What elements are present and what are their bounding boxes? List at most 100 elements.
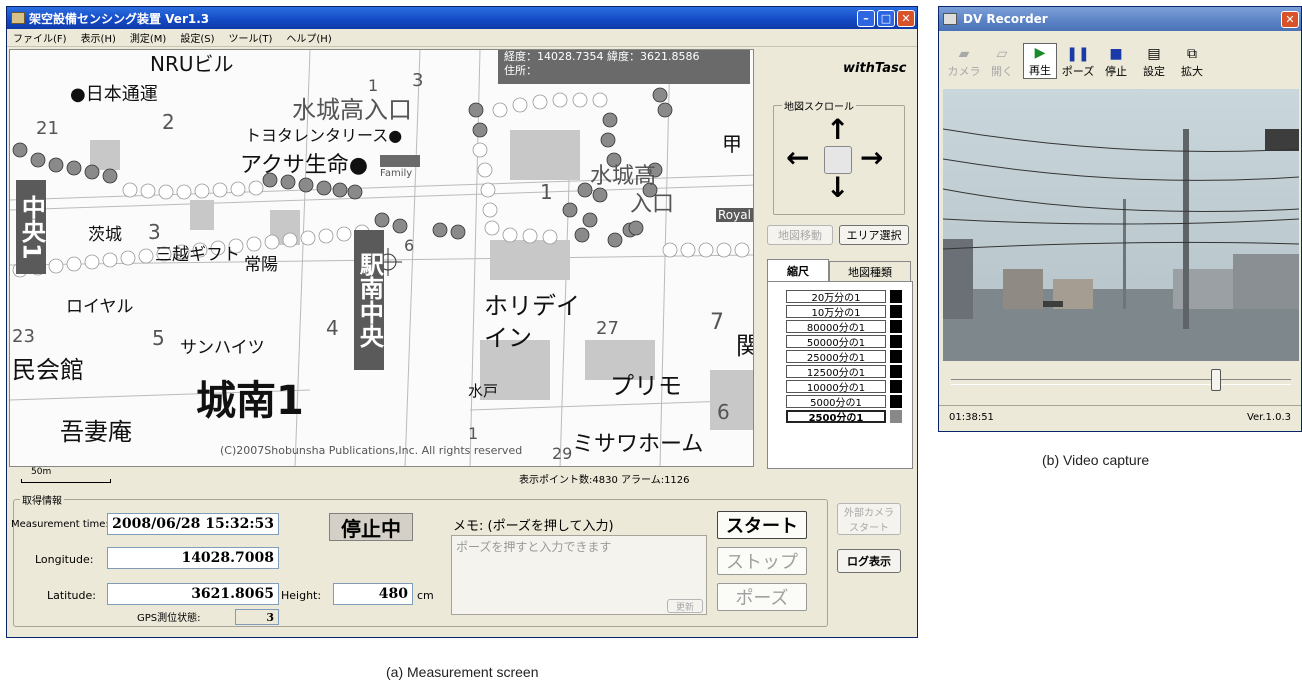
- scale-option[interactable]: 25000分の1: [786, 350, 906, 364]
- block-number: 4: [326, 316, 339, 340]
- open-button[interactable]: ▱ 開く: [985, 45, 1019, 79]
- block-number: 3: [412, 70, 424, 91]
- scale-option-button[interactable]: 10万分の1: [786, 305, 886, 319]
- block-number: 5: [152, 326, 165, 350]
- district-banner: 中央1: [16, 180, 47, 274]
- gps-address: 住所：: [504, 64, 537, 77]
- log-view-button[interactable]: ログ表示: [837, 549, 901, 573]
- playback-slider-thumb[interactable]: [1211, 369, 1222, 391]
- map-label: サンハイツ: [180, 338, 265, 358]
- title-bar[interactable]: 架空設備センシング装置 Ver1.3 – □ ✕: [7, 7, 917, 29]
- map-move-button[interactable]: 地図移動: [767, 225, 833, 245]
- scale-option[interactable]: 20万分の1: [786, 290, 906, 304]
- scale-option[interactable]: 12500分の1: [786, 365, 906, 379]
- height-field: 480: [333, 583, 413, 605]
- scale-option-button[interactable]: 50000分の1: [786, 335, 886, 349]
- play-button[interactable]: ▶ 再生: [1023, 43, 1057, 79]
- close-button[interactable]: ✕: [897, 9, 915, 27]
- memo-update-button[interactable]: 更新: [667, 599, 703, 613]
- map-label: 常陽: [244, 255, 278, 275]
- app-icon: [11, 12, 25, 24]
- scale-option[interactable]: 10000分の1: [786, 380, 906, 394]
- measurement-time-field: 2008/06/28 15:32:53: [107, 513, 279, 535]
- scale-option[interactable]: 50000分の1: [786, 335, 906, 349]
- map-tabs: 縮尺 地図種類 20万分の1 10万分の1 80000分の1 50000分の1 2500…: [767, 259, 913, 469]
- scroll-right-icon[interactable]: →: [860, 144, 883, 172]
- map-view[interactable]: 経度：14028.7354 緯度：3621.8586 住所： NRUビル ●日本…: [9, 49, 754, 467]
- status-indicator: 停止中: [329, 513, 413, 541]
- scale-option[interactable]: 80000分の1: [786, 320, 906, 334]
- map-label: アクサ生命●: [240, 153, 369, 178]
- caption-video-capture: (b) Video capture: [1042, 452, 1150, 468]
- measurement-time-label: Measurement time:: [11, 519, 109, 530]
- settings-button[interactable]: ▤ 設定: [1137, 45, 1171, 79]
- block-number: 3: [148, 220, 161, 244]
- scale-option-button[interactable]: 12500分の1: [786, 365, 886, 379]
- pause-button[interactable]: ポーズ: [717, 583, 807, 611]
- tab-map-type[interactable]: 地図種類: [829, 261, 911, 281]
- map-label: 民会館: [12, 356, 84, 384]
- area-select-button[interactable]: エリア選択: [839, 225, 909, 245]
- scale-option-button[interactable]: 20万分の1: [786, 290, 886, 304]
- scale-option[interactable]: 2500分の1: [786, 410, 906, 424]
- camera-button[interactable]: ▰ カメラ: [947, 45, 981, 79]
- minimize-button[interactable]: –: [857, 9, 875, 27]
- district-label: 城南1: [196, 378, 304, 424]
- scale-option-button[interactable]: 5000分の1: [786, 395, 886, 409]
- menu-view[interactable]: 表示(H): [81, 30, 116, 45]
- map-label: 入口: [630, 192, 675, 217]
- block-number: 6: [717, 400, 730, 424]
- map-scroll-group: 地図スクロール ↑ ← → ↓: [773, 98, 905, 215]
- scale-indicator: [890, 380, 902, 393]
- map-label: 水戸: [468, 382, 499, 400]
- block-number: 1: [540, 180, 553, 204]
- toolbar-label: ポーズ: [1061, 65, 1095, 78]
- block-number: 21: [36, 118, 59, 139]
- scale-option[interactable]: 10万分の1: [786, 305, 906, 319]
- zoom-icon: ⧉: [1187, 46, 1197, 62]
- scale-label: 50m: [31, 467, 52, 477]
- menu-help[interactable]: ヘルプ(H): [286, 30, 331, 45]
- external-camera-start-button[interactable]: 外部カメラ スタート: [837, 503, 901, 535]
- map-label: Royal: [716, 208, 753, 222]
- stop-button[interactable]: ■ 停止: [1099, 45, 1133, 79]
- open-icon: ▱: [996, 46, 1008, 62]
- scale-option-button[interactable]: 80000分の1: [786, 320, 886, 334]
- menu-settings[interactable]: 設定(S): [180, 30, 214, 45]
- scroll-left-icon[interactable]: ←: [786, 144, 809, 172]
- tab-scale[interactable]: 縮尺: [767, 259, 829, 281]
- map-label: プリモ: [610, 372, 682, 400]
- scale-option[interactable]: 5000分の1: [786, 395, 906, 409]
- longitude-field: 14028.7008: [107, 547, 279, 569]
- zoom-button[interactable]: ⧉ 拡大: [1175, 45, 1209, 79]
- menu-measure[interactable]: 測定(M): [130, 30, 166, 45]
- block-number: 29: [552, 444, 573, 463]
- pause-button[interactable]: ❚❚ ポーズ: [1061, 45, 1095, 79]
- scale-indicator: [890, 350, 902, 363]
- scale-option-button[interactable]: 10000分の1: [786, 380, 886, 394]
- button-label-line: 外部カメラ: [844, 508, 894, 519]
- map-label: 水城高入口: [292, 96, 412, 124]
- menu-bar: ファイル(F) 表示(H) 測定(M) 設定(S) ツール(T) ヘルプ(H): [7, 29, 917, 47]
- scroll-down-icon[interactable]: ↓: [826, 174, 849, 202]
- scale-option-button[interactable]: 2500分の1: [786, 410, 886, 424]
- scale-option-button[interactable]: 25000分の1: [786, 350, 886, 364]
- menu-file[interactable]: ファイル(F): [13, 30, 67, 45]
- scale-indicator: [890, 395, 902, 408]
- playback-slider-track[interactable]: [951, 379, 1291, 385]
- scroll-center-button[interactable]: [824, 146, 852, 174]
- scroll-up-icon[interactable]: ↑: [826, 116, 849, 144]
- camera-icon: ▰: [958, 46, 970, 62]
- dv-title-bar[interactable]: DV Recorder ✕: [939, 7, 1301, 31]
- map-label: ロイヤル: [66, 297, 134, 317]
- maximize-button[interactable]: □: [877, 9, 895, 27]
- dv-close-button[interactable]: ✕: [1281, 10, 1299, 28]
- scale-indicator: [890, 365, 902, 378]
- block-number: 27: [596, 318, 619, 339]
- stop-button[interactable]: ストップ: [717, 547, 807, 575]
- toolbar-label: 再生: [1029, 64, 1051, 77]
- start-button[interactable]: スタート: [717, 511, 807, 539]
- scale-line: [21, 479, 111, 483]
- window-controls: – □ ✕: [857, 9, 917, 27]
- menu-tools[interactable]: ツール(T): [228, 30, 272, 45]
